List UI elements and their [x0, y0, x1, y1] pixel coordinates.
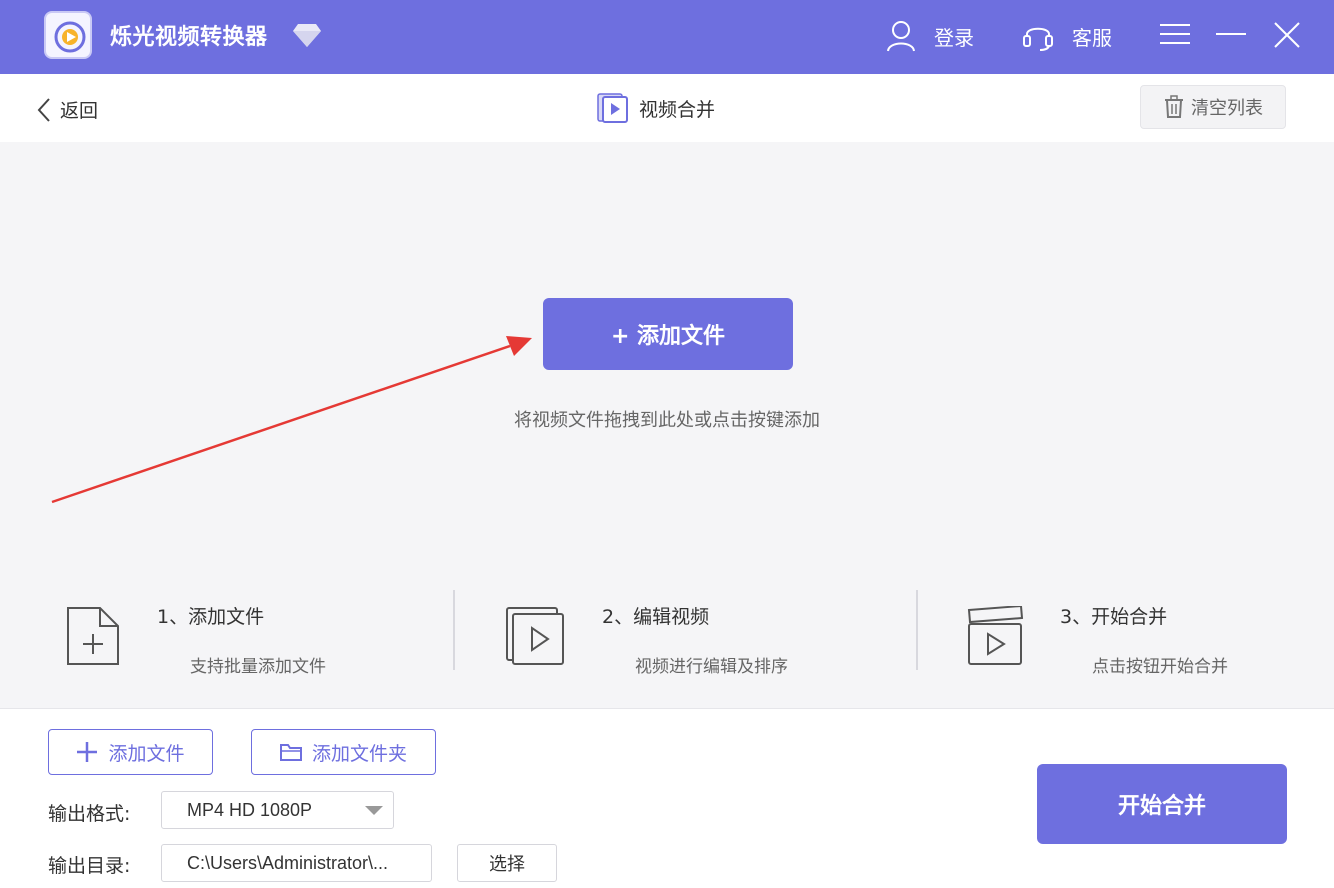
title-bar: 烁光视频转换器 登录 客服 — [0, 0, 1334, 74]
output-format-label: 输出格式: — [48, 803, 131, 825]
chevron-left-icon — [37, 97, 50, 122]
output-dir-label: 输出目录: — [48, 855, 131, 877]
login-label: 登录 — [934, 25, 974, 50]
vip-diamond-icon[interactable] — [292, 22, 322, 48]
menu-icon[interactable] — [1159, 20, 1191, 50]
add-folder-button[interactable]: 添加文件夹 — [251, 729, 436, 775]
plus-icon — [77, 742, 98, 762]
bottom-bar: 添加文件 添加文件夹 输出格式: MP4 HD 1080P 输出目录: C:\U… — [0, 708, 1334, 888]
start-merge-button[interactable]: 开始合并 — [1037, 764, 1287, 844]
add-folder-label: 添加文件夹 — [311, 742, 407, 765]
trash-icon — [1165, 95, 1183, 118]
video-stack-icon — [506, 607, 564, 665]
minimize-icon[interactable] — [1215, 20, 1247, 50]
output-format-value: MP4 HD 1080P — [187, 800, 313, 820]
back-label: 返回 — [60, 100, 99, 122]
close-icon[interactable] — [1271, 20, 1303, 50]
step-title: 3、开始合并 — [1060, 606, 1168, 628]
step-title: 1、添加文件 — [157, 606, 265, 628]
step-divider — [453, 590, 455, 670]
clear-list-label: 清空列表 — [1191, 98, 1263, 119]
login-button[interactable]: 登录 — [886, 18, 974, 54]
steps-guide: 1、添加文件 支持批量添加文件 2、编辑视频 视频进行编辑及排序 3、开始合并 … — [0, 590, 1334, 677]
step-desc: 点击按钮开始合并 — [1092, 657, 1228, 677]
clear-list-button[interactable]: 清空列表 — [1140, 85, 1286, 129]
user-icon — [887, 21, 915, 52]
video-merge-icon — [597, 93, 628, 123]
sub-header: 返回 视频合并 清空列表 — [0, 74, 1334, 142]
choose-dir-button[interactable]: 选择 — [457, 844, 557, 882]
page-title: 视频合并 — [597, 92, 715, 124]
drop-area[interactable]: + 添加文件 将视频文件拖拽到此处或点击按键添加 1、添加文件 支持批量添加文件… — [0, 142, 1334, 708]
step-title: 2、编辑视频 — [602, 606, 710, 628]
step-desc: 视频进行编辑及排序 — [635, 657, 788, 677]
app-title: 烁光视频转换器 — [110, 25, 268, 50]
output-dir-field[interactable]: C:\Users\Administrator\... — [161, 844, 432, 882]
back-button[interactable]: 返回 — [36, 96, 98, 123]
output-format-select[interactable]: MP4 HD 1080P — [161, 791, 394, 829]
caret-down-icon — [365, 806, 383, 815]
headset-icon — [1023, 27, 1053, 51]
play-disc-icon — [54, 21, 86, 53]
service-label: 客服 — [1072, 25, 1112, 50]
customer-service-button[interactable]: 客服 — [1022, 18, 1112, 54]
folder-icon — [279, 744, 302, 761]
annotation-arrow-icon — [51, 336, 532, 504]
step-divider — [916, 590, 918, 670]
step-desc: 支持批量添加文件 — [190, 657, 326, 677]
page-title-label: 视频合并 — [639, 98, 716, 121]
add-file-label: 添加文件 — [108, 742, 185, 765]
app-logo — [44, 11, 92, 59]
file-add-icon — [67, 607, 119, 665]
clapper-icon — [967, 606, 1024, 665]
add-file-button[interactable]: 添加文件 — [48, 729, 213, 775]
add-file-main-button[interactable]: + 添加文件 — [543, 298, 793, 370]
